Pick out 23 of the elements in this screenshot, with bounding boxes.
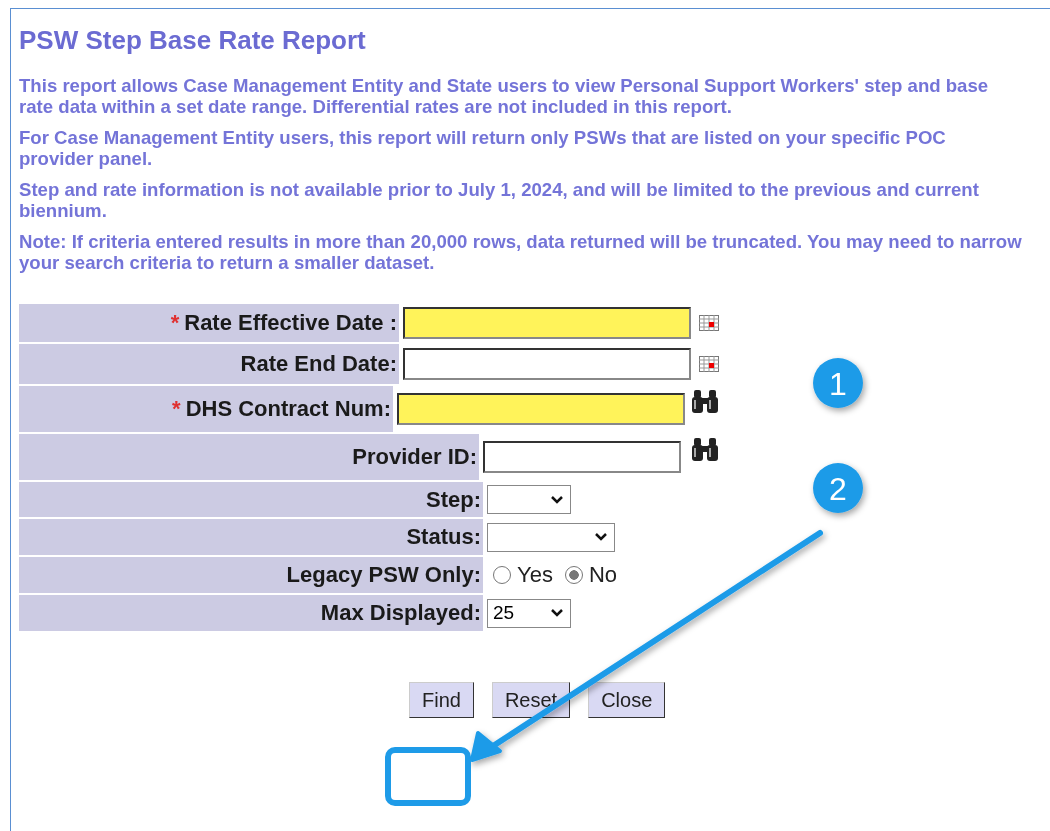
required-mark: * xyxy=(170,310,180,336)
field-label: Legacy PSW Only: xyxy=(19,557,483,593)
field-label: Step: xyxy=(19,482,483,517)
field-label: * DHS Contract Num: xyxy=(19,386,393,432)
info-paragraph: Note: If criteria entered results in more than 20,000 rows, data returned will be truncated. You may need to narrow your search criteria to return a smaller dataset. xyxy=(19,231,1023,273)
report-title: PSW Step Base Rate Report xyxy=(19,24,367,57)
field-label: Status: xyxy=(19,519,483,555)
radio-label: Yes xyxy=(517,562,553,588)
field-label: Max Displayed: xyxy=(19,595,483,631)
info-paragraph: This report allows Case Management Entity and State users to view Personal Support Workers' step and base rate data within a set date range. Differential rates are not included in this report. xyxy=(19,75,990,117)
callout-badge: 1 xyxy=(813,358,863,408)
form-button[interactable]: Find xyxy=(409,682,474,718)
select-field[interactable]: 25 xyxy=(487,598,571,628)
required-mark: * xyxy=(172,396,181,422)
info-paragraph: Step and rate information is not available prior to July 1, 2024, and will be limited to the previous and current biennium. xyxy=(19,179,980,221)
field-label: Rate End Date: xyxy=(19,344,399,384)
field-label: * Rate Effective Date : xyxy=(19,304,399,342)
radio-label: No xyxy=(588,562,617,588)
form-button[interactable]: Close xyxy=(588,682,666,718)
field-label: Provider ID: xyxy=(19,434,479,480)
callout-badge: 2 xyxy=(813,463,863,513)
info-paragraph: For Case Management Entity users, this report will return only PSWs that are listed on your specific POC provider panel. xyxy=(19,127,947,169)
form-button[interactable]: Reset xyxy=(491,682,571,718)
